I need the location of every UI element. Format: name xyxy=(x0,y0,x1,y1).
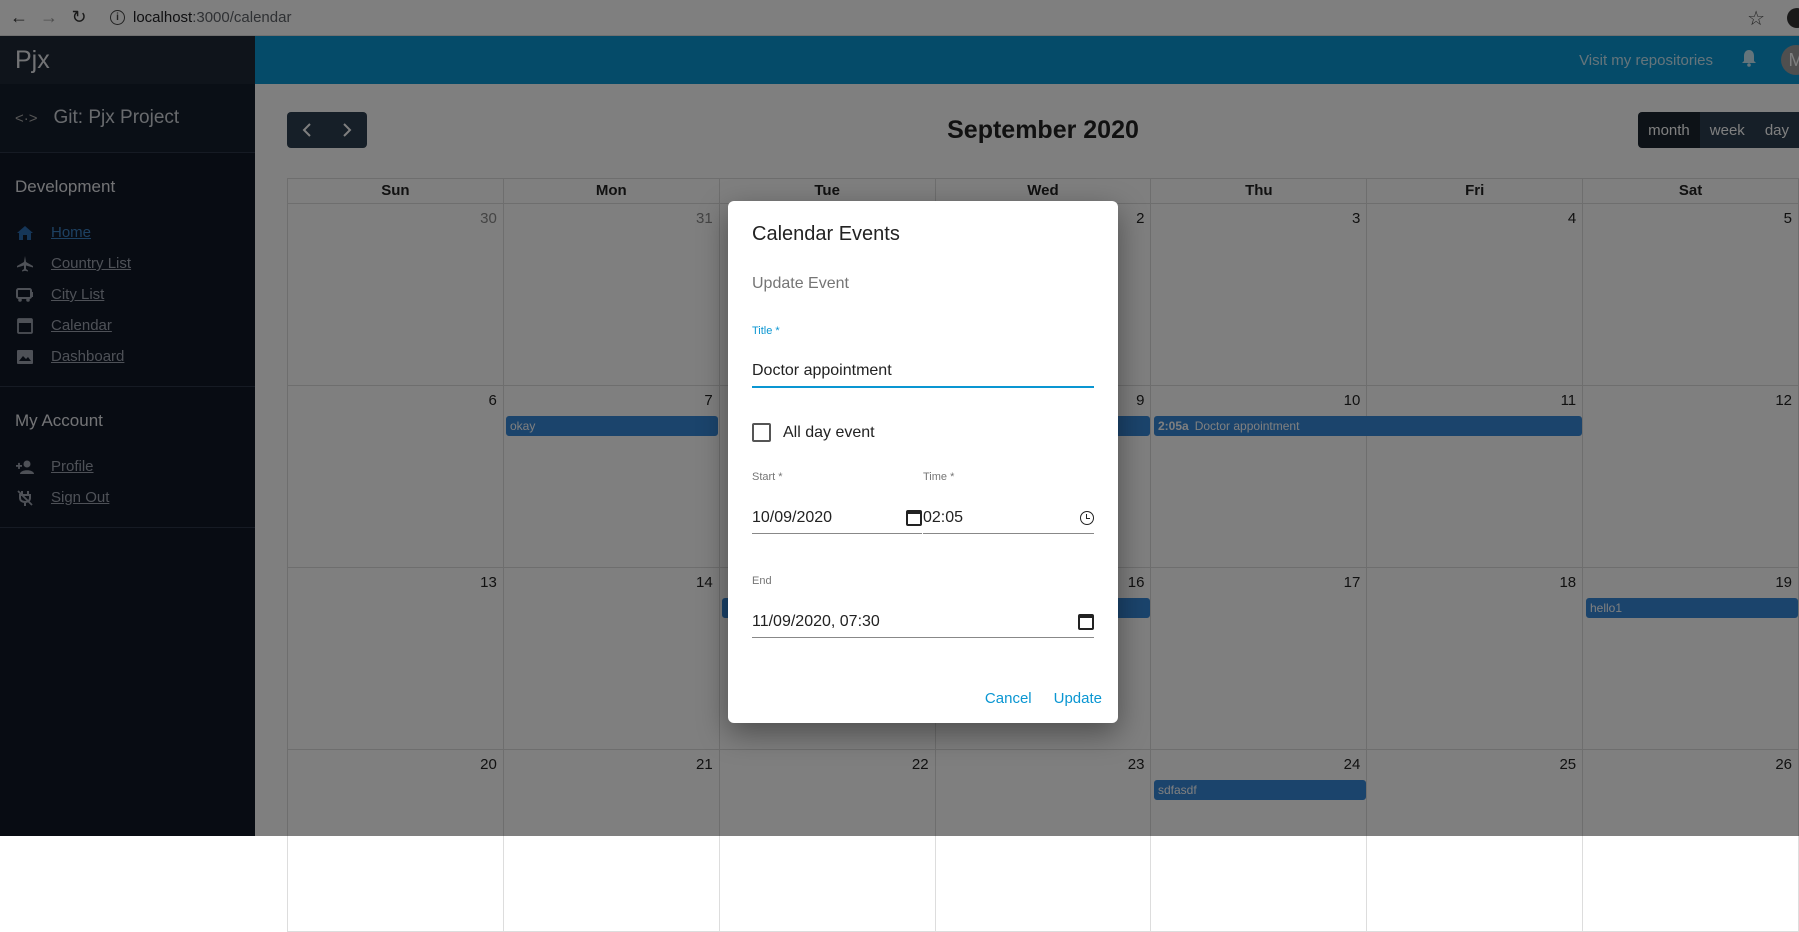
dialog-actions: Cancel Update xyxy=(985,690,1102,707)
calendar-picker-icon[interactable] xyxy=(1078,614,1094,630)
title-field-label: Title * xyxy=(752,325,780,337)
dialog-title: Calendar Events xyxy=(752,223,900,245)
start-time-value[interactable]: 02:05 xyxy=(923,509,963,527)
all-day-label: All day event xyxy=(783,423,875,441)
dialog-subtitle: Update Event xyxy=(752,275,849,292)
end-datetime-value[interactable]: 11/09/2020, 07:30 xyxy=(752,613,880,631)
title-field-value[interactable]: Doctor appointment xyxy=(752,362,892,380)
all-day-checkbox[interactable] xyxy=(752,423,771,442)
start-date-field[interactable]: 10/09/2020 xyxy=(752,509,922,534)
start-field-label: Start * xyxy=(752,471,783,483)
start-date-value[interactable]: 10/09/2020 xyxy=(752,509,832,527)
all-day-row[interactable]: All day event xyxy=(752,423,875,442)
end-datetime-field[interactable]: 11/09/2020, 07:30 xyxy=(752,613,1094,638)
calendar-picker-icon[interactable] xyxy=(906,510,922,526)
update-button[interactable]: Update xyxy=(1054,690,1102,707)
calendar-event-dialog: Calendar Events Update Event Title * Doc… xyxy=(728,201,1118,723)
time-field-label: Time * xyxy=(923,471,955,483)
cancel-button[interactable]: Cancel xyxy=(985,690,1032,707)
end-field-label: End xyxy=(752,575,772,587)
clock-icon[interactable] xyxy=(1080,511,1094,525)
title-field[interactable]: Doctor appointment xyxy=(752,362,1094,388)
start-time-field[interactable]: 02:05 xyxy=(923,509,1094,534)
